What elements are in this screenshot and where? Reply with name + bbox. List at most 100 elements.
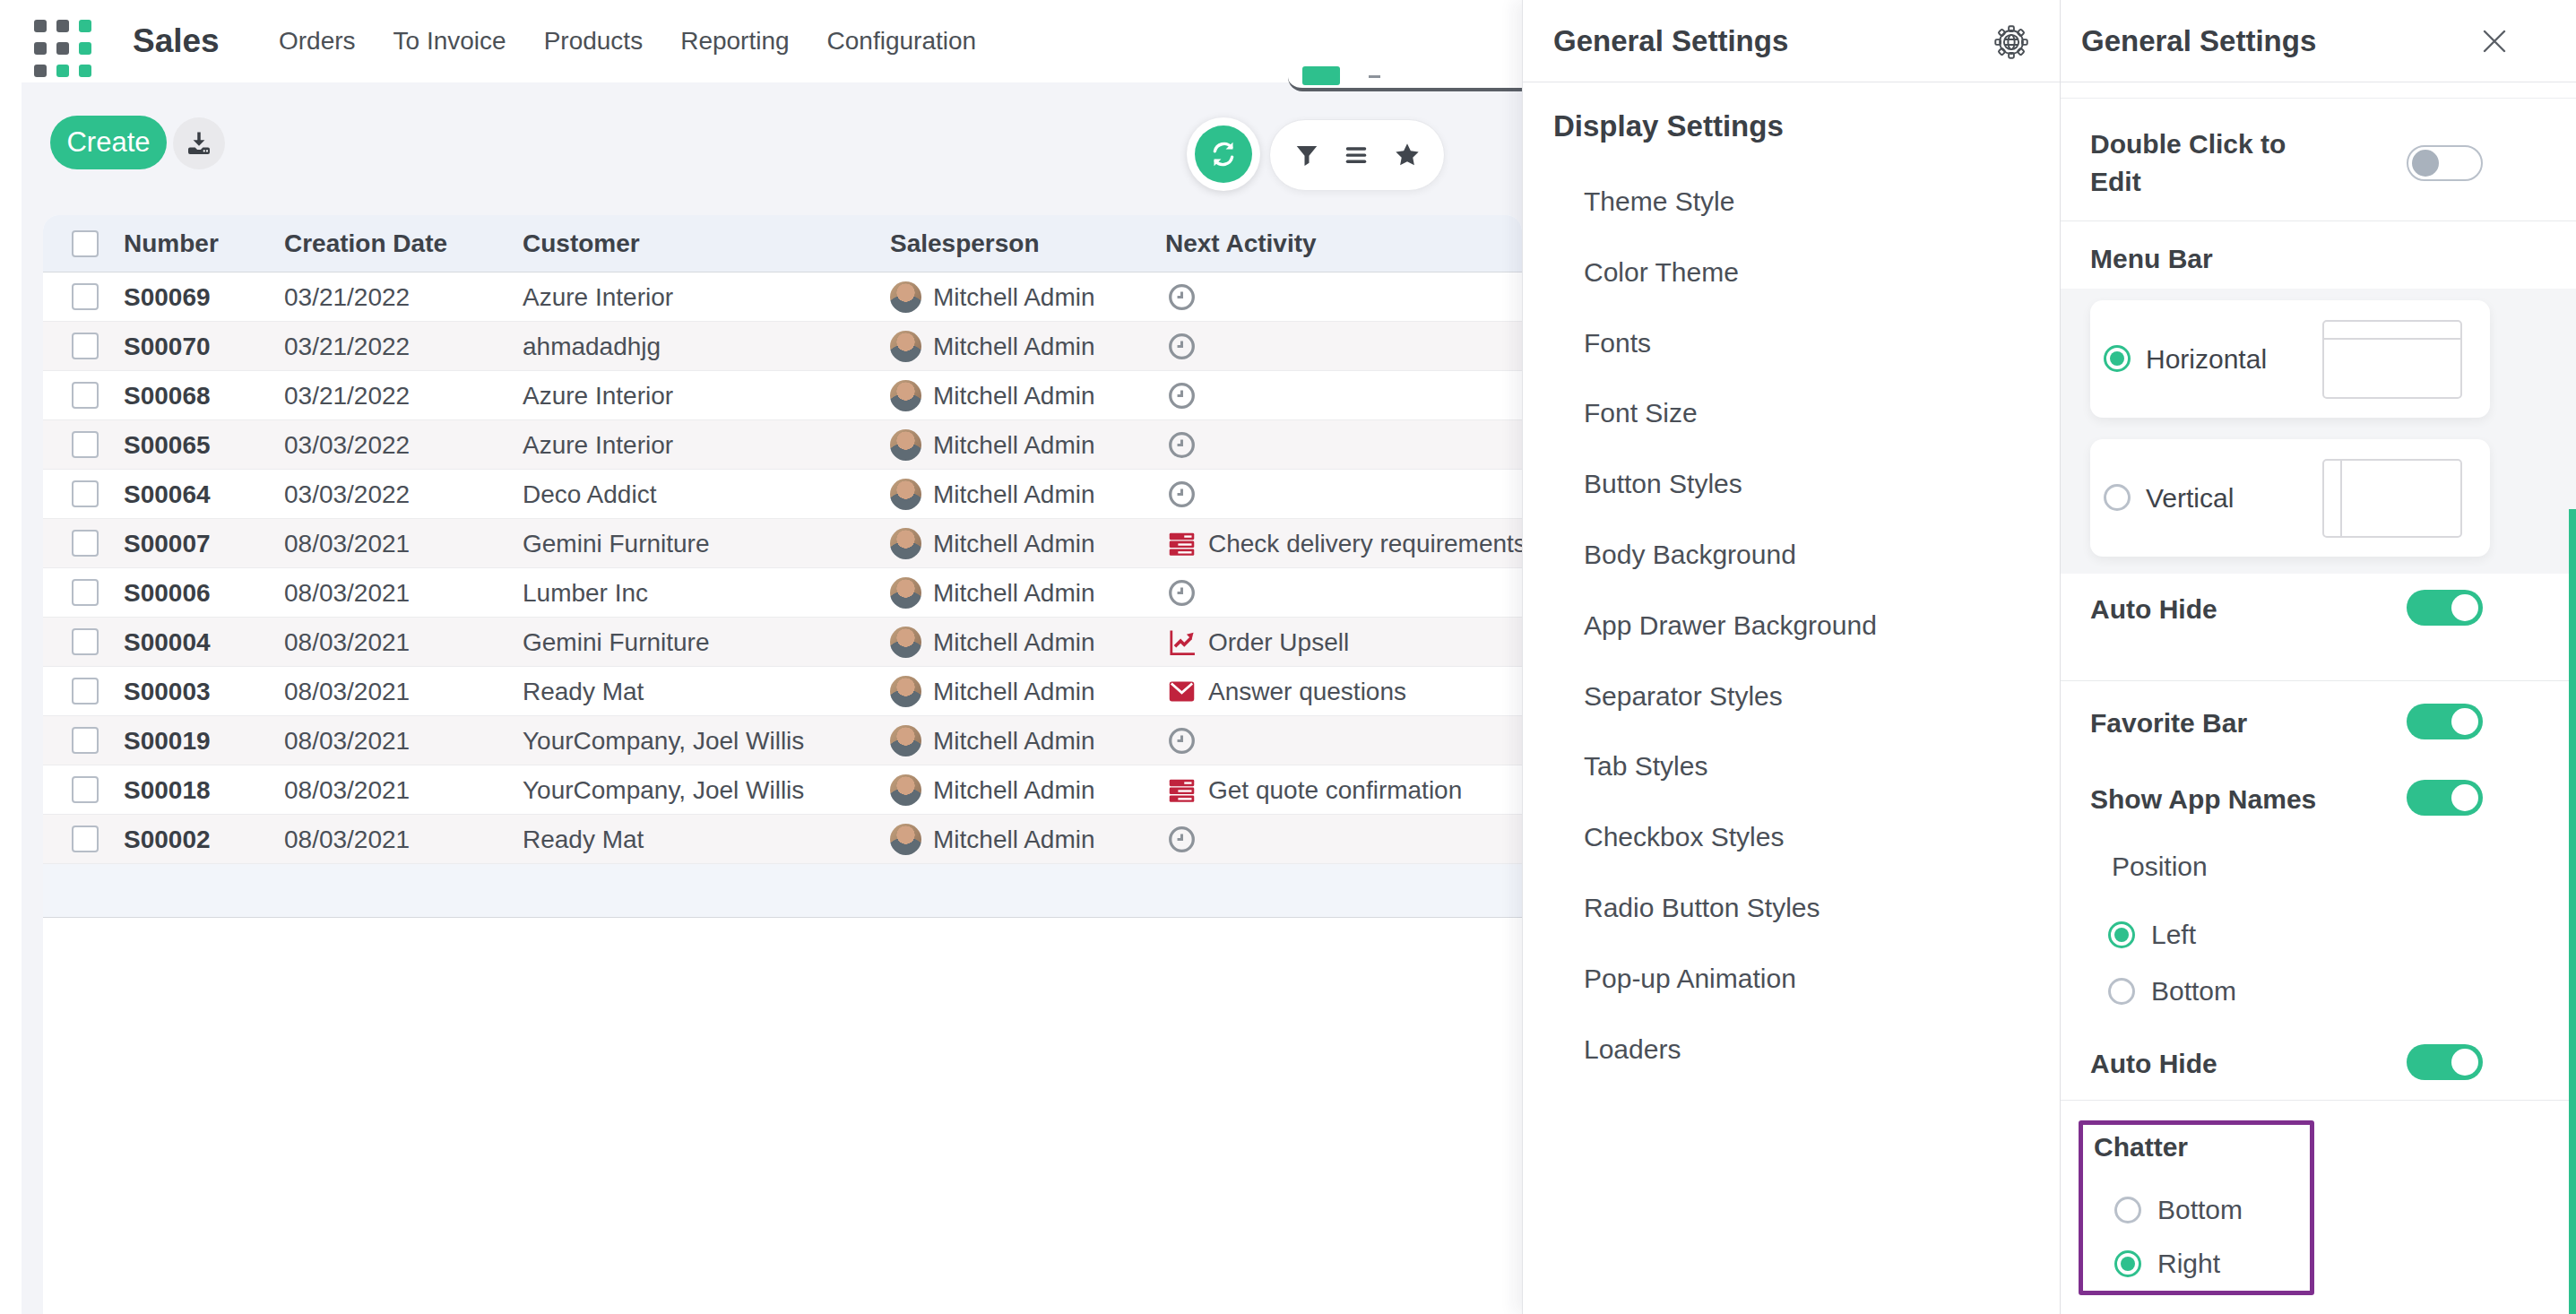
- mail-activity-icon[interactable]: [1167, 677, 1197, 706]
- search-bar[interactable]: [1288, 14, 1539, 91]
- chatter-right-radio[interactable]: [2114, 1250, 2141, 1277]
- drawer-scrollbar[interactable]: [2569, 509, 2576, 1314]
- top-menu-item[interactable]: Products: [544, 27, 644, 56]
- row-checkbox[interactable]: [72, 678, 99, 705]
- row-checkbox[interactable]: [72, 530, 99, 557]
- table-row[interactable]: S00007 08/03/2021 Gemini Furniture Mitch…: [43, 519, 1522, 568]
- clock-activity-icon[interactable]: [1167, 430, 1197, 460]
- col-next-activity[interactable]: Next Activity: [1165, 215, 1317, 272]
- row-checkbox[interactable]: [72, 431, 99, 458]
- vertical-radio[interactable]: [2104, 484, 2131, 511]
- settings-item[interactable]: Fonts: [1584, 308, 1877, 379]
- row-checkbox[interactable]: [72, 333, 99, 359]
- export-button[interactable]: [173, 117, 225, 169]
- table-row[interactable]: S00002 08/03/2021 Ready Mat Mitchell Adm…: [43, 815, 1522, 864]
- settings-item[interactable]: Tab Styles: [1584, 731, 1877, 802]
- settings-item[interactable]: Pop-up Animation: [1584, 944, 1877, 1015]
- row-checkbox[interactable]: [72, 283, 99, 310]
- table-row[interactable]: S00065 03/03/2022 Azure Interior Mitchel…: [43, 420, 1522, 470]
- double-click-toggle[interactable]: [2407, 145, 2483, 181]
- select-all-checkbox[interactable]: [72, 230, 99, 257]
- settings-item[interactable]: App Drawer Background: [1584, 591, 1877, 661]
- col-customer[interactable]: Customer: [523, 215, 640, 272]
- table-row[interactable]: S00070 03/21/2022 ahmadadhjg Mitchell Ad…: [43, 322, 1522, 371]
- settings-item[interactable]: Checkbox Styles: [1584, 802, 1877, 873]
- activity-label: Answer questions: [1208, 667, 1406, 716]
- clock-activity-icon[interactable]: [1167, 726, 1197, 756]
- settings-item[interactable]: Color Theme: [1584, 238, 1877, 308]
- clock-activity-icon[interactable]: [1167, 282, 1197, 312]
- bottom-label: Bottom: [2151, 978, 2236, 1005]
- table-row[interactable]: S00068 03/21/2022 Azure Interior Mitchel…: [43, 371, 1522, 420]
- search-facet-chip[interactable]: [1302, 66, 1340, 85]
- settings-item[interactable]: Separator Styles: [1584, 661, 1877, 732]
- table-footer-band: [43, 864, 1522, 918]
- row-checkbox[interactable]: [72, 382, 99, 409]
- top-menu-item[interactable]: Reporting: [680, 27, 789, 56]
- create-button[interactable]: Create: [50, 116, 167, 169]
- col-number[interactable]: Number: [124, 215, 219, 272]
- tasks-activity-icon[interactable]: [1167, 529, 1197, 558]
- table-row[interactable]: S00069 03/21/2022 Azure Interior Mitchel…: [43, 272, 1522, 322]
- position-left-option[interactable]: Left: [2108, 921, 2196, 948]
- list-icon[interactable]: [1343, 142, 1370, 169]
- clock-activity-icon[interactable]: [1167, 578, 1197, 608]
- col-salesperson[interactable]: Salesperson: [890, 215, 1040, 272]
- table-row[interactable]: S00018 08/03/2021 YourCompany, Joel Will…: [43, 765, 1522, 815]
- chart-activity-icon[interactable]: [1167, 627, 1197, 657]
- settings-item[interactable]: Font Size: [1584, 378, 1877, 449]
- settings-item[interactable]: Button Styles: [1584, 449, 1877, 520]
- settings-item[interactable]: Body Background: [1584, 520, 1877, 591]
- refresh-button[interactable]: [1187, 117, 1260, 191]
- close-icon[interactable]: [2475, 22, 2514, 61]
- row-checkbox[interactable]: [72, 579, 99, 606]
- menu-vertical-option[interactable]: Vertical: [2090, 439, 2490, 557]
- filter-icon[interactable]: [1293, 142, 1320, 169]
- bottom-radio[interactable]: [2108, 978, 2135, 1005]
- top-menu-item[interactable]: Orders: [279, 27, 356, 56]
- top-menu-item[interactable]: Configuration: [827, 27, 977, 56]
- table-row[interactable]: S00003 08/03/2021 Ready Mat Mitchell Adm…: [43, 667, 1522, 716]
- clock-activity-icon[interactable]: [1167, 825, 1197, 854]
- col-creation-date[interactable]: Creation Date: [284, 215, 447, 272]
- clock-activity-icon[interactable]: [1167, 480, 1197, 509]
- gear-globe-icon[interactable]: [1991, 22, 2032, 63]
- favorite-bar-toggle[interactable]: [2407, 704, 2483, 739]
- top-menu-item[interactable]: To Invoice: [393, 27, 506, 56]
- customer-name: Deco Addict: [523, 470, 656, 519]
- order-number: S00064: [124, 470, 211, 519]
- table-row[interactable]: S00019 08/03/2021 YourCompany, Joel Will…: [43, 716, 1522, 765]
- table-row[interactable]: S00064 03/03/2022 Deco Addict Mitchell A…: [43, 470, 1522, 519]
- favorite-bar-label: Favorite Bar: [2090, 708, 2247, 739]
- fav-auto-hide-toggle[interactable]: [2407, 1044, 2483, 1080]
- settings-item[interactable]: Theme Style: [1584, 167, 1877, 238]
- row-checkbox[interactable]: [72, 480, 99, 507]
- table-row[interactable]: S00004 08/03/2021 Gemini Furniture Mitch…: [43, 618, 1522, 667]
- vertical-thumbnail: [2322, 459, 2462, 538]
- star-icon[interactable]: [1393, 141, 1422, 169]
- show-app-names-toggle[interactable]: [2407, 780, 2483, 816]
- creation-date: 08/03/2021: [284, 716, 410, 765]
- horizontal-radio[interactable]: [2104, 345, 2131, 372]
- chatter-bottom-radio[interactable]: [2114, 1197, 2141, 1223]
- apps-menu-icon[interactable]: [34, 20, 91, 77]
- chatter-bottom-option[interactable]: Bottom: [2114, 1197, 2243, 1223]
- settings-item[interactable]: Loaders: [1584, 1015, 1877, 1085]
- tasks-activity-icon[interactable]: [1167, 775, 1197, 805]
- clock-activity-icon[interactable]: [1167, 332, 1197, 361]
- settings-item[interactable]: Radio Button Styles: [1584, 873, 1877, 944]
- row-checkbox[interactable]: [72, 776, 99, 803]
- menu-auto-hide-toggle[interactable]: [2407, 590, 2483, 626]
- left-radio[interactable]: [2108, 921, 2135, 948]
- clock-activity-icon[interactable]: [1167, 381, 1197, 411]
- creation-date: 03/03/2022: [284, 420, 410, 470]
- row-checkbox[interactable]: [72, 826, 99, 852]
- row-checkbox[interactable]: [72, 727, 99, 754]
- chatter-right-option[interactable]: Right: [2114, 1250, 2220, 1277]
- row-checkbox[interactable]: [72, 628, 99, 655]
- divider: [2061, 1100, 2576, 1101]
- menu-horizontal-option[interactable]: Horizontal: [2090, 300, 2490, 418]
- position-bottom-option[interactable]: Bottom: [2108, 978, 2236, 1005]
- table-row[interactable]: S00006 08/03/2021 Lumber Inc Mitchell Ad…: [43, 568, 1522, 618]
- salesperson-name: Mitchell Admin: [933, 667, 1095, 716]
